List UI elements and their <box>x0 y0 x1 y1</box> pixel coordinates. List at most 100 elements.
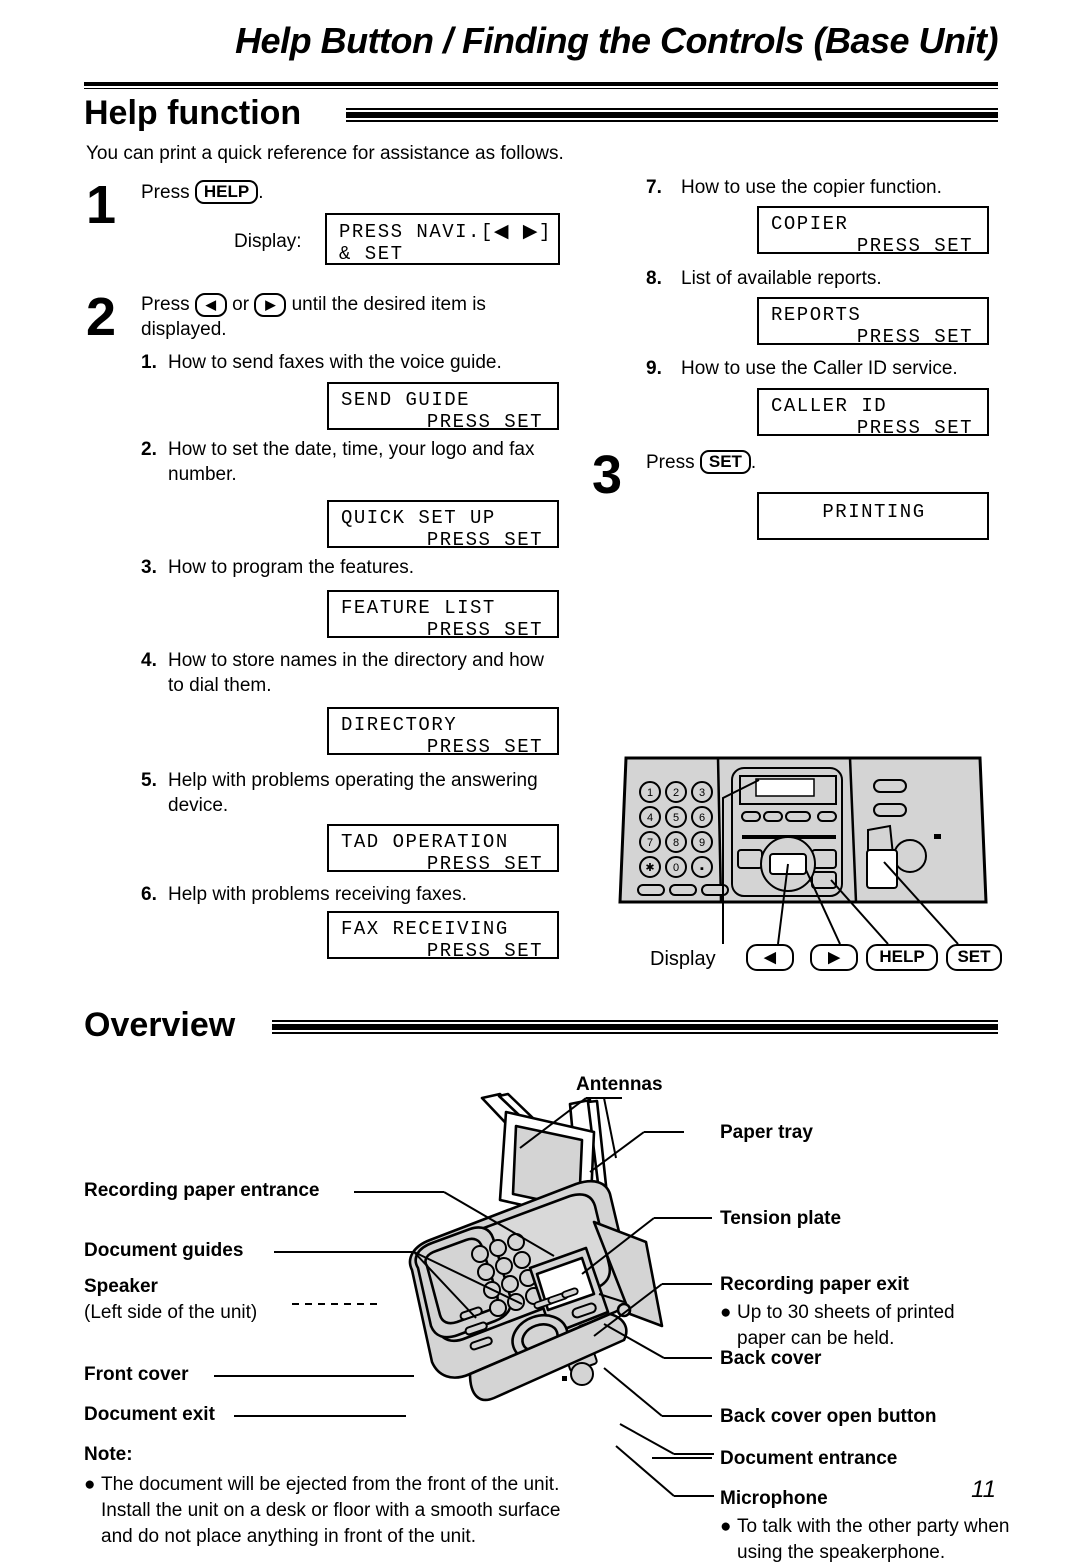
lcd-line-1: REPORTS <box>771 304 862 326</box>
set-key-legend[interactable]: SET <box>946 944 1002 971</box>
help-item-6-text: Help with problems receiving faxes. <box>168 884 467 905</box>
lcd-line-2: PRESS SET <box>426 940 543 962</box>
help-item-2: 2. How to set the date, time, your logo … <box>141 437 561 487</box>
lcd-line-1: COPIER <box>771 213 849 235</box>
lcd-line-2: PRESS SET <box>426 736 543 758</box>
running-head-rule-thick <box>84 82 998 86</box>
lcd-line-1: QUICK SET UP <box>341 507 496 529</box>
step-3-instruction: Press SET. <box>646 450 756 475</box>
left-arrow-key-legend[interactable]: ◀ <box>746 944 794 971</box>
lcd-line-1: CALLER ID <box>771 395 888 417</box>
lcd-fax-receiving: FAX RECEIVING PRESS SET <box>327 911 559 962</box>
help-item-8: 8. List of available reports. <box>646 266 1016 291</box>
section-title-overview: Overview <box>84 1006 236 1044</box>
overview-label-speaker: Speaker <box>84 1276 158 1297</box>
right-arrow-key-legend[interactable]: ▶ <box>810 944 858 971</box>
section-title-help-function: Help function <box>84 94 302 132</box>
help-item-3-number: 3. <box>141 557 157 578</box>
display-caption: Display <box>650 948 716 970</box>
lcd-press-navi: PRESS NAVI.[◀ ▶] & SET <box>325 213 560 265</box>
overview-label-speaker-sub: (Left side of the unit) <box>84 1302 258 1323</box>
help-item-9: 9. How to use the Caller ID service. <box>646 356 1016 381</box>
running-head-rule-thin <box>84 88 998 89</box>
help-item-7-text: How to use the copier function. <box>681 177 942 198</box>
lcd-line-2: PRESS SET <box>426 529 543 551</box>
lcd-line-2: PRESS SET <box>856 417 973 439</box>
microphone-note: ● To talk with the other party when usin… <box>720 1514 1010 1566</box>
lcd-line-1: PRINTING <box>822 501 926 523</box>
recording-paper-exit-note-text: Up to 30 sheets of printed paper can be … <box>737 1302 955 1349</box>
overview-label-tension-plate: Tension plate <box>720 1208 842 1229</box>
lcd-reports: REPORTS PRESS SET <box>757 297 989 348</box>
overview-label-recording-paper-exit: Recording paper exit <box>720 1274 909 1295</box>
help-item-1-text: How to send faxes with the voice guide. <box>168 352 502 373</box>
manual-page: Help Button / Finding the Controls (Base… <box>0 0 1080 1563</box>
lcd-printing: PRINTING <box>757 492 989 540</box>
overview-label-microphone: Microphone <box>720 1488 828 1509</box>
help-item-5-number: 5. <box>141 770 157 791</box>
section-rule-help-function <box>346 108 998 125</box>
display-label-step1: Display: <box>234 231 302 252</box>
lcd-line-1: FAX RECEIVING <box>341 918 509 940</box>
section-header-help-function: Help function <box>84 94 998 140</box>
lcd-line-1: TAD OPERATION <box>341 831 509 853</box>
help-item-3-text: How to program the features. <box>168 557 415 578</box>
help-item-9-number: 9. <box>646 358 662 379</box>
control-panel-legend: Display ◀ ▶ HELP SET <box>650 944 1002 978</box>
microphone-note-text: To talk with the other party when using … <box>737 1516 1010 1563</box>
section-rule-overview <box>272 1020 998 1037</box>
lcd-line-1: FEATURE LIST <box>341 597 496 619</box>
running-head-title: Help Button / Finding the Controls (Base… <box>235 20 998 61</box>
overview-label-front-cover: Front cover <box>84 1364 189 1385</box>
help-item-3: 3. How to program the features. <box>141 555 561 580</box>
help-item-7: 7. How to use the copier function. <box>646 175 1016 200</box>
set-key-inline[interactable]: SET <box>699 450 751 474</box>
lcd-line-1: DIRECTORY <box>341 714 458 736</box>
bullet-dot-icon: ● <box>720 1302 732 1323</box>
help-item-4: 4. How to store names in the directory a… <box>141 648 561 698</box>
step-2-text-mid: or <box>232 294 250 315</box>
lcd-line-1: SEND GUIDE <box>341 389 471 411</box>
lcd-line-2: PRESS SET <box>426 853 543 875</box>
overview-diagram: Antennas Recording paper entrance Docume… <box>84 1068 1009 1563</box>
step-1-press-word: Press <box>141 182 190 203</box>
overview-label-document-exit: Document exit <box>84 1404 215 1425</box>
help-key-legend[interactable]: HELP <box>866 944 938 971</box>
note-body: ● The document will be ejected from the … <box>84 1472 584 1550</box>
step-3-number: 3 <box>592 445 623 505</box>
overview-label-recording-paper-entrance: Recording paper entrance <box>84 1180 320 1201</box>
recording-paper-exit-note: ● Up to 30 sheets of printed paper can b… <box>720 1300 1000 1352</box>
lcd-feature-list: FEATURE LIST PRESS SET <box>327 590 559 641</box>
help-item-2-number: 2. <box>141 439 157 460</box>
left-arrow-key-inline[interactable]: ◀ <box>194 293 227 317</box>
help-intro-text: You can print a quick reference for assi… <box>86 143 564 164</box>
step-3-press-word: Press <box>646 452 695 473</box>
help-item-2-text: How to set the date, time, your logo and… <box>168 439 535 485</box>
lcd-line-2: PRESS SET <box>856 326 973 348</box>
lcd-copier: COPIER PRESS SET <box>757 206 989 257</box>
antennas-leader-line <box>519 1097 622 1159</box>
help-item-6-number: 6. <box>141 884 157 905</box>
help-item-9-text: How to use the Caller ID service. <box>681 358 958 379</box>
help-key-inline[interactable]: HELP <box>194 180 259 204</box>
note-title: Note: <box>84 1444 133 1465</box>
step-1-period: . <box>258 182 264 203</box>
overview-label-antennas: Antennas <box>576 1074 663 1095</box>
lcd-directory: DIRECTORY PRESS SET <box>327 707 559 758</box>
step-2-text-before: Press <box>141 294 190 315</box>
help-item-6: 6. Help with problems receiving faxes. <box>141 882 561 907</box>
lcd-line-2: & SET <box>339 243 404 265</box>
lcd-line-2: PRESS SET <box>856 235 973 257</box>
step-2-number: 2 <box>86 287 117 347</box>
step-1-number: 1 <box>86 175 117 235</box>
help-item-4-text: How to store names in the directory and … <box>168 650 544 696</box>
lcd-line-2: PRESS SET <box>426 619 543 641</box>
overview-label-back-cover-open-button: Back cover open button <box>720 1406 937 1427</box>
overview-label-back-cover: Back cover <box>720 1348 822 1369</box>
right-arrow-key-inline[interactable]: ▶ <box>254 293 287 317</box>
lcd-line-2: PRESS SET <box>426 411 543 433</box>
page-number: 11 <box>971 1476 996 1503</box>
help-item-1: 1. How to send faxes with the voice guid… <box>141 350 561 375</box>
bullet-dot-icon: ● <box>84 1474 96 1495</box>
lcd-line-1: PRESS NAVI.[◀ ▶] <box>339 221 552 243</box>
